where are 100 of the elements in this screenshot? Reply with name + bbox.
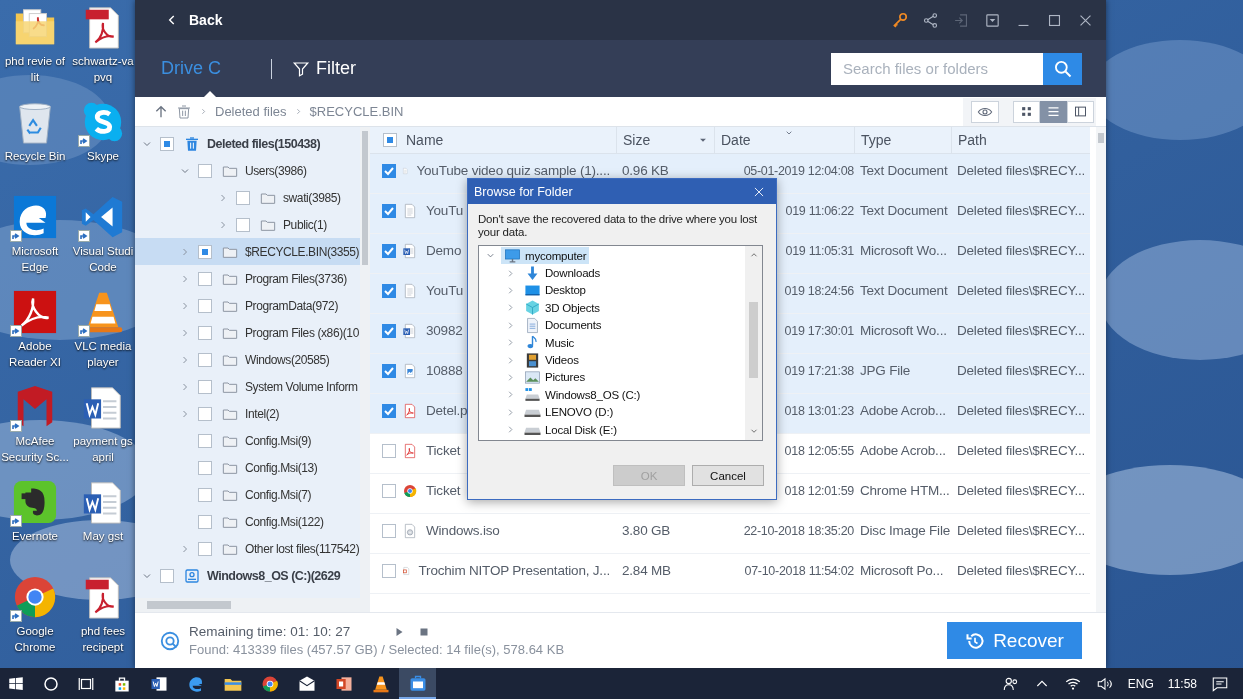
checkbox[interactable] bbox=[382, 363, 396, 378]
folder-item[interactable]: Music bbox=[521, 334, 578, 352]
search-field[interactable]: Search files or folders bbox=[831, 52, 1043, 85]
folder-item[interactable]: Documents bbox=[521, 316, 605, 334]
folder-item[interactable]: Downloads bbox=[521, 264, 604, 282]
tree-row[interactable]: Other lost files(117542) bbox=[135, 535, 360, 562]
checkbox[interactable] bbox=[198, 298, 212, 313]
tree-item-label: Deleted files(150438) bbox=[207, 136, 321, 151]
vertical-scrollbar[interactable] bbox=[1096, 127, 1106, 612]
checkbox[interactable] bbox=[382, 283, 396, 298]
tree-row[interactable]: $RECYCLE.BIN(3355) bbox=[135, 238, 360, 265]
scroll-thumb[interactable] bbox=[147, 601, 231, 609]
checkbox[interactable] bbox=[160, 136, 174, 151]
checkbox[interactable] bbox=[198, 325, 212, 340]
folder-item[interactable]: Pictures bbox=[521, 368, 588, 386]
view-button[interactable] bbox=[1067, 100, 1094, 123]
checkbox[interactable] bbox=[198, 271, 212, 286]
checkbox[interactable] bbox=[198, 163, 212, 178]
column-header[interactable]: Type bbox=[854, 127, 951, 153]
tree-row[interactable]: Program Files(3736) bbox=[135, 265, 360, 292]
scroll-thumb[interactable] bbox=[1098, 133, 1104, 143]
checkbox[interactable] bbox=[382, 323, 396, 338]
key-icon[interactable] bbox=[891, 11, 908, 29]
checkbox[interactable] bbox=[198, 433, 212, 448]
checkbox[interactable] bbox=[198, 244, 212, 259]
folder-item[interactable]: Windows8_OS (C:) bbox=[521, 386, 644, 404]
tree-row[interactable]: Windows(20585) bbox=[135, 346, 360, 373]
trash-icon[interactable] bbox=[176, 103, 192, 120]
windows-start-icon[interactable] bbox=[7, 674, 25, 693]
checkbox[interactable] bbox=[382, 483, 396, 498]
folder-item[interactable]: 3D Objects bbox=[521, 299, 603, 317]
checkbox[interactable] bbox=[198, 352, 212, 367]
recover-button[interactable]: Recover bbox=[947, 622, 1082, 659]
column-header[interactable]: Name bbox=[370, 127, 616, 153]
clock[interactable]: 11:58 bbox=[1167, 676, 1197, 691]
tree-row[interactable]: Config.Msi(9) bbox=[135, 427, 360, 454]
chrome-icon[interactable] bbox=[12, 574, 58, 620]
checkbox[interactable] bbox=[198, 487, 212, 502]
up-arrow-icon[interactable] bbox=[153, 103, 169, 120]
folder-item[interactable]: Desktop bbox=[521, 281, 589, 299]
breadcrumb-link[interactable]: Deleted files bbox=[215, 104, 287, 119]
document-icon bbox=[524, 316, 541, 334]
scroll-thumb[interactable] bbox=[749, 302, 758, 378]
checkbox[interactable] bbox=[382, 443, 396, 458]
folder-item[interactable]: mycomputer bbox=[501, 247, 590, 265]
checkbox[interactable] bbox=[382, 203, 396, 218]
search-button[interactable] bbox=[1043, 52, 1082, 85]
folder-item[interactable]: LENOVO (D:) bbox=[521, 403, 617, 421]
vertical-scrollbar[interactable] bbox=[360, 127, 370, 598]
share-icon[interactable] bbox=[922, 11, 939, 29]
checkbox[interactable] bbox=[198, 406, 212, 421]
checkbox[interactable] bbox=[198, 460, 212, 475]
checkbox[interactable] bbox=[383, 133, 397, 147]
vertical-scrollbar[interactable] bbox=[745, 246, 762, 440]
tree-row[interactable]: Deleted files(150438) bbox=[135, 130, 360, 157]
tree-row[interactable]: swati(3985) bbox=[135, 184, 360, 211]
dialog-button[interactable]: Cancel bbox=[692, 465, 764, 486]
checkbox[interactable] bbox=[198, 541, 212, 556]
column-header[interactable]: Size bbox=[616, 127, 714, 153]
view-button[interactable] bbox=[1040, 100, 1067, 123]
preview-toggle-button[interactable] bbox=[971, 100, 999, 123]
checkbox[interactable] bbox=[236, 217, 250, 232]
tree-row[interactable]: Users(3986) bbox=[135, 157, 360, 184]
file-row[interactable]: Trochim NITOP Presentation, J... 2.84 MB 07-10-2018 11:54:02 Microsoft Po... Deleted files\$RECY... bbox=[370, 554, 1090, 594]
back-button[interactable]: Back bbox=[165, 12, 223, 28]
notification-icon[interactable] bbox=[1211, 674, 1229, 693]
input-language[interactable]: ENG bbox=[1127, 676, 1154, 691]
checkbox[interactable] bbox=[198, 379, 212, 394]
view-button[interactable] bbox=[1013, 100, 1040, 123]
checkbox[interactable] bbox=[236, 190, 250, 205]
tree-item-label: Users(3986) bbox=[245, 163, 307, 178]
tree-row[interactable]: Config.Msi(13) bbox=[135, 454, 360, 481]
filter-button[interactable]: Filter bbox=[292, 40, 356, 97]
tree-row[interactable]: ProgramData(972) bbox=[135, 292, 360, 319]
breadcrumb-link[interactable]: $RECYCLE.BIN bbox=[309, 104, 404, 119]
folder-item[interactable]: Videos bbox=[521, 351, 582, 369]
scroll-thumb[interactable] bbox=[362, 131, 368, 265]
tree-row[interactable]: Public(1) bbox=[135, 211, 360, 238]
horizontal-scrollbar[interactable] bbox=[135, 598, 370, 612]
tree-row[interactable]: Config.Msi(122) bbox=[135, 508, 360, 535]
exit-icon[interactable] bbox=[953, 11, 970, 29]
file-row[interactable]: Windows.iso 3.80 GB 22-10-2018 18:35:20 Disc Image File Deleted files\$RECY... bbox=[370, 514, 1090, 554]
checkbox[interactable] bbox=[382, 523, 396, 538]
checkbox[interactable] bbox=[160, 568, 174, 583]
tree-row[interactable]: Config.Msi(7) bbox=[135, 481, 360, 508]
tree-row[interactable]: System Volume Inform bbox=[135, 373, 360, 400]
checkbox[interactable] bbox=[198, 514, 212, 529]
tree-row[interactable]: Windows8_OS (C:)(2629 bbox=[135, 562, 360, 589]
column-header[interactable]: Path bbox=[951, 127, 1090, 153]
checkbox[interactable] bbox=[382, 163, 396, 178]
tree-row[interactable]: Intel(2) bbox=[135, 400, 360, 427]
taskbar-button[interactable] bbox=[399, 668, 436, 699]
column-header[interactable]: Date bbox=[714, 127, 854, 153]
monitor-icon bbox=[504, 247, 521, 265]
tree-row[interactable]: Program Files (x86)(10 bbox=[135, 319, 360, 346]
checkbox[interactable] bbox=[382, 243, 396, 258]
checkbox[interactable] bbox=[382, 563, 396, 578]
search-icon[interactable] bbox=[42, 674, 60, 693]
checkbox[interactable] bbox=[382, 403, 396, 418]
dropdown-box-icon[interactable] bbox=[984, 11, 1001, 29]
